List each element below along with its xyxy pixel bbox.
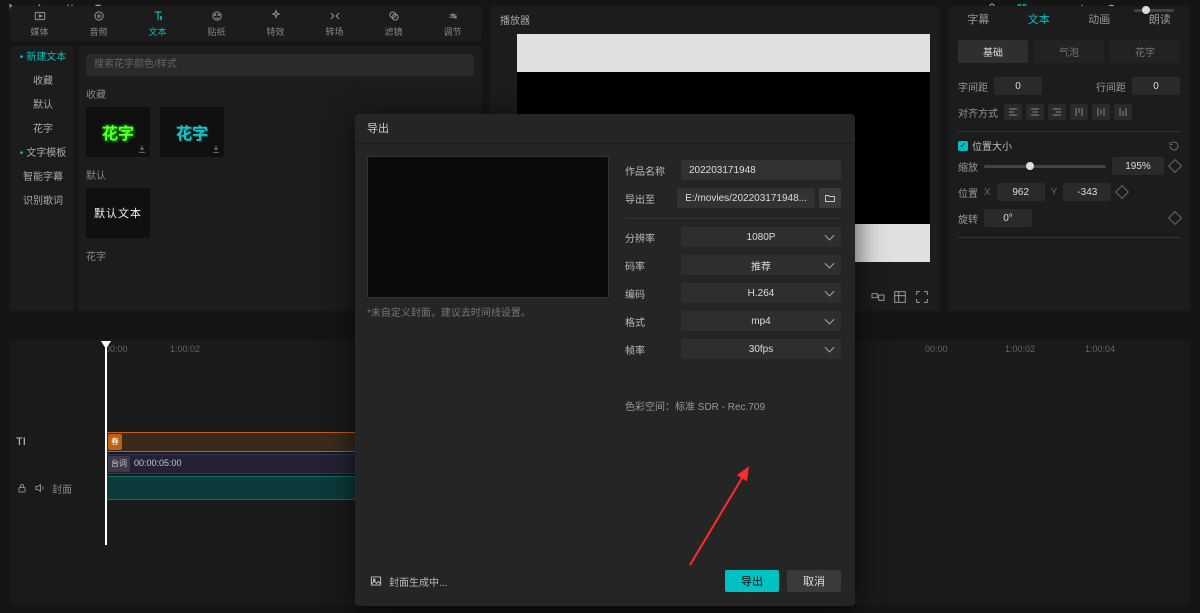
pos-label: 位置 xyxy=(958,185,978,200)
prop-tab-caption[interactable]: 字幕 xyxy=(948,6,1009,34)
lock-icon[interactable] xyxy=(16,482,28,494)
align-right[interactable] xyxy=(1048,104,1066,120)
search-input[interactable]: 搜索花字颜色/样式 xyxy=(86,54,474,76)
align-label: 对齐方式 xyxy=(958,105,998,120)
tab-transition[interactable]: 转场 xyxy=(305,6,364,41)
name-input[interactable]: 202203171948 xyxy=(681,160,841,180)
ruler-mark: 00:00 xyxy=(925,344,948,354)
tab-sticker[interactable]: 贴纸 xyxy=(187,6,246,41)
letter-spacing-label: 字间距 xyxy=(958,79,988,94)
speaker-icon[interactable] xyxy=(34,482,46,494)
export-button[interactable]: 导出 xyxy=(725,570,779,592)
properties-panel: 字幕 文本 动画 朗读 基础 气泡 花字 字间距 0 行间距 0 对齐方式 xyxy=(948,6,1190,311)
browse-folder-button[interactable] xyxy=(819,188,841,208)
res-select[interactable]: 1080P xyxy=(681,227,841,247)
prop-tab-text[interactable]: 文本 xyxy=(1009,6,1070,34)
rotate-field[interactable]: 0° xyxy=(984,209,1032,227)
download-icon xyxy=(211,144,221,154)
keyframe-icon[interactable] xyxy=(1168,211,1182,225)
nav-huazi[interactable]: 花字 xyxy=(10,118,74,142)
codec-select[interactable]: H.264 xyxy=(681,283,841,303)
res-label: 分辨率 xyxy=(625,230,671,245)
ruler-mark: 1:00:04 xyxy=(1085,344,1115,354)
fullscreen-icon[interactable] xyxy=(914,289,930,305)
align-v-mid[interactable] xyxy=(1092,104,1110,120)
ruler-mark: 1:00:02 xyxy=(1005,344,1035,354)
codec-label: 编码 xyxy=(625,286,671,301)
download-icon xyxy=(137,144,147,154)
player-title: 播放器 xyxy=(490,6,940,33)
format-label: 格式 xyxy=(625,314,671,329)
scale-slider[interactable] xyxy=(984,165,1106,168)
nav-templates[interactable]: 文字模板 xyxy=(10,142,74,166)
tab-text[interactable]: I文本 xyxy=(128,6,187,41)
export-dialog-title: 导出 xyxy=(355,114,855,144)
pos-y-field[interactable]: -343 xyxy=(1063,183,1111,201)
nav-lyrics[interactable]: 识别歌词 xyxy=(10,190,74,214)
image-icon xyxy=(369,574,383,588)
dest-label: 导出至 xyxy=(625,191,667,206)
playhead[interactable] xyxy=(105,346,107,545)
pos-size-label: 位置大小 xyxy=(972,138,1012,153)
folder-icon xyxy=(824,192,836,204)
preset-thumb-1[interactable]: 花字 xyxy=(86,107,150,157)
align-left[interactable] xyxy=(1004,104,1022,120)
keyframe-icon[interactable] xyxy=(1115,185,1129,199)
line-spacing-label: 行间距 xyxy=(1096,79,1126,94)
scale-icon[interactable] xyxy=(892,289,908,305)
sub-tab-huazi[interactable]: 花字 xyxy=(1110,40,1180,63)
group-fav: 收藏 xyxy=(86,86,474,101)
text-category-nav: 新建文本 收藏 默认 花字 文字模板 智能字幕 识别歌词 xyxy=(10,46,74,311)
scale-field[interactable]: 195% xyxy=(1112,157,1164,175)
pos-y-label: Y xyxy=(1051,187,1058,198)
tab-filter[interactable]: 滤镜 xyxy=(364,6,423,41)
align-v-bot[interactable] xyxy=(1114,104,1132,120)
colorspace-text: 色彩空间：标准 SDR - Rec.709 xyxy=(625,398,765,413)
nav-auto-caption[interactable]: 智能字幕 xyxy=(10,166,74,190)
align-center[interactable] xyxy=(1026,104,1044,120)
tab-adjust[interactable]: 调节 xyxy=(423,6,482,41)
pos-size-checkbox[interactable]: ✓ xyxy=(958,141,968,151)
prop-tab-anim[interactable]: 动画 xyxy=(1069,6,1130,34)
align-v-top[interactable] xyxy=(1070,104,1088,120)
zoom-slider[interactable] xyxy=(1134,9,1174,12)
name-label: 作品名称 xyxy=(625,163,671,178)
export-preview-hint: *未自定义封面，建议去时间线设置。 xyxy=(367,304,531,319)
cover-label: 封面 xyxy=(52,481,72,496)
ruler-mark: 00:00 xyxy=(105,344,128,354)
sub-tab-bubble[interactable]: 气泡 xyxy=(1034,40,1104,63)
keyframe-icon[interactable] xyxy=(1168,159,1182,173)
fps-select[interactable]: 30fps xyxy=(681,339,841,359)
nav-fav[interactable]: 收藏 xyxy=(10,70,74,94)
preset-default-text[interactable]: 默认文本 xyxy=(86,188,150,238)
nav-default[interactable]: 默认 xyxy=(10,94,74,118)
dest-input[interactable]: E:/movies/202203171948... xyxy=(677,188,815,208)
export-dialog: 导出 *未自定义封面，建议去时间线设置。 作品名称 202203171948 导… xyxy=(355,114,855,606)
aspect-ratio-icon[interactable] xyxy=(870,289,886,305)
tab-effect[interactable]: 特效 xyxy=(246,6,305,41)
reset-icon[interactable] xyxy=(1168,140,1180,152)
tab-media[interactable]: 媒体 xyxy=(10,6,69,41)
bitrate-select[interactable]: 推荐 xyxy=(681,255,841,275)
format-select[interactable]: mp4 xyxy=(681,311,841,331)
svg-text:I: I xyxy=(160,16,161,21)
nav-new-text[interactable]: 新建文本 xyxy=(10,46,74,70)
export-preview xyxy=(367,156,609,298)
scale-label: 缩放 xyxy=(958,159,978,174)
letter-spacing-field[interactable]: 0 xyxy=(994,77,1042,95)
bitrate-label: 码率 xyxy=(625,258,671,273)
line-spacing-field[interactable]: 0 xyxy=(1132,77,1180,95)
sub-tab-basic[interactable]: 基础 xyxy=(958,40,1028,63)
ruler-mark: 1:00:02 xyxy=(170,344,200,354)
pos-x-field[interactable]: 962 xyxy=(997,183,1045,201)
media-top-toolbar: 媒体 音频 I文本 贴纸 特效 转场 滤镜 调节 xyxy=(10,6,482,41)
preset-thumb-2[interactable]: 花字 xyxy=(160,107,224,157)
tab-audio[interactable]: 音频 xyxy=(69,6,128,41)
fps-label: 帧率 xyxy=(625,342,671,357)
pos-x-label: X xyxy=(984,187,991,198)
cover-generating: 封面生成中... xyxy=(369,574,447,589)
rotate-label: 旋转 xyxy=(958,211,978,226)
cancel-button[interactable]: 取消 xyxy=(787,570,841,592)
